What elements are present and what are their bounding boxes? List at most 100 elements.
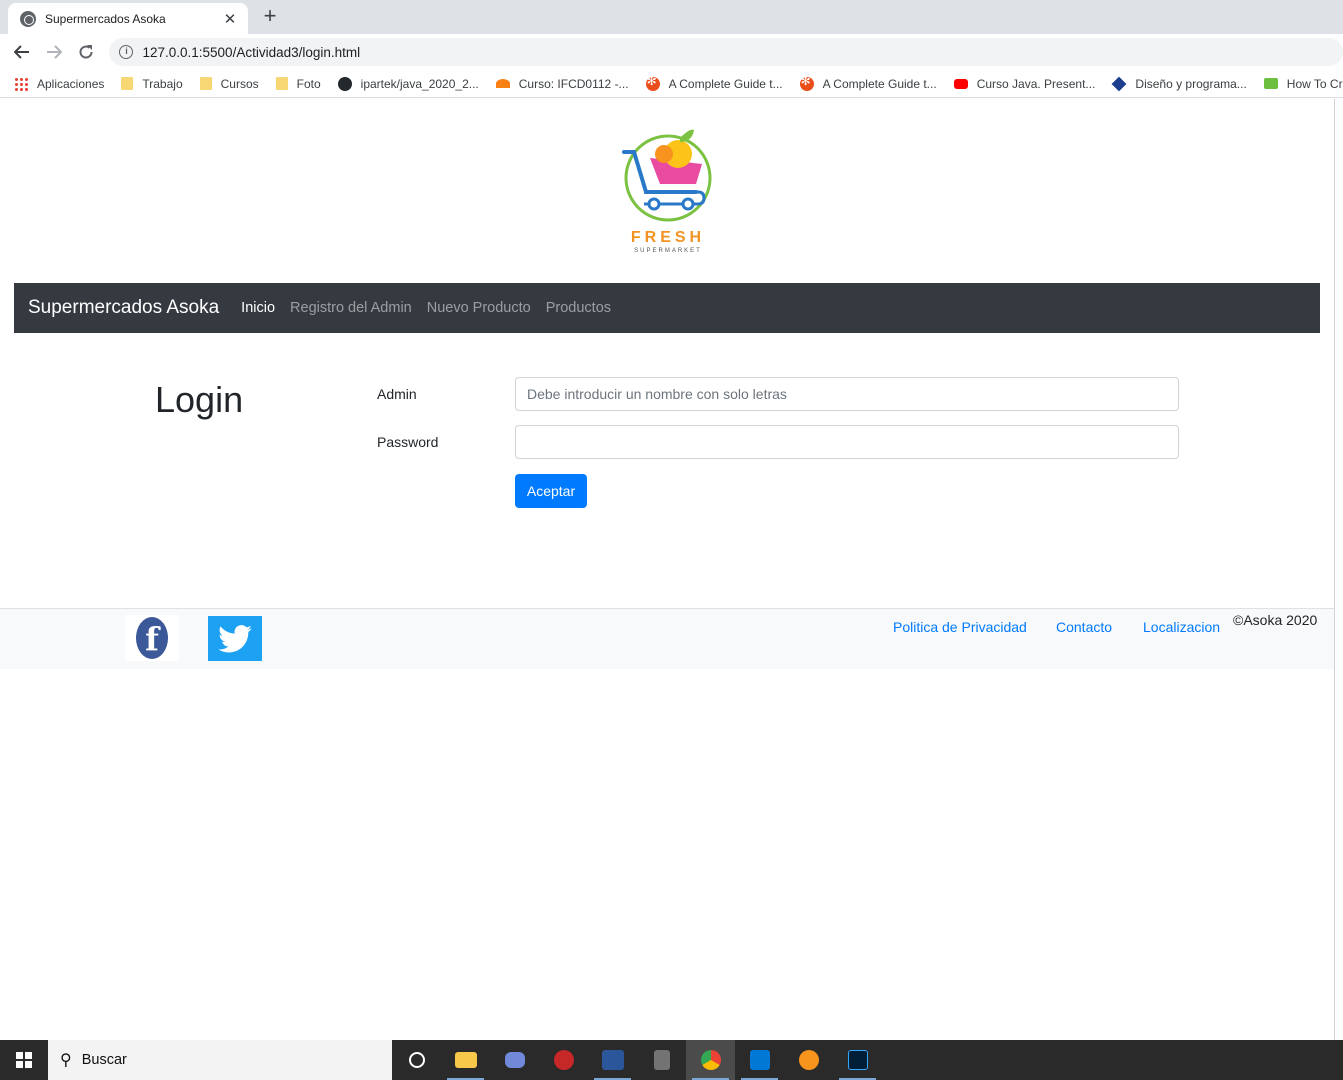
twitter-link[interactable] [208,616,262,661]
cortana-button[interactable] [392,1040,441,1080]
password-label: Password [377,434,439,450]
folder-icon [275,77,288,90]
admin-label: Admin [377,386,417,402]
cortana-icon [408,1052,425,1068]
copyright-text: ©Asoka 2020 [1233,612,1318,628]
bookmark-item[interactable]: Diseño y programa... [1111,76,1247,91]
footer-link-contacto[interactable]: Contacto [1056,619,1112,635]
page-content: FRESH SUPERMARKET Supermercados Asoka In… [0,99,1334,1040]
bookmark-item[interactable]: How To Cr [1263,76,1343,91]
arrow-right-icon [46,45,62,59]
bookmark-item[interactable]: Aplicaciones [14,76,105,91]
bookmark-label: Cursos [220,76,259,91]
twitter-icon [218,624,252,652]
bookmark-item[interactable]: Curso: IFCD0112 -... [495,76,629,91]
address-bar[interactable]: i 127.0.0.1:5500/Actividad3/login.html [109,38,1343,66]
new-tab-button[interactable]: + [259,5,281,27]
youtube-icon [953,78,968,89]
bookmark-label: Curso: IFCD0112 -... [518,76,629,91]
back-button[interactable] [6,36,38,68]
discord-icon [504,1052,525,1068]
taskbar-file-explorer[interactable] [441,1040,490,1080]
tab-close-icon[interactable]: ✕ [222,10,238,28]
bookmark-label: How To Cr [1286,76,1343,91]
info-icon[interactable]: i [119,45,134,59]
bookmark-label: Trabajo [142,76,183,91]
nav-link-inicio[interactable]: Inicio [241,300,275,316]
diamond-icon [1111,76,1127,91]
bookmark-label: A Complete Guide t... [668,76,783,91]
bookmark-item[interactable]: ipartek/java_2020_2... [337,76,479,91]
globe-icon [20,10,36,27]
bookmark-item[interactable]: Foto [275,77,321,91]
bookmark-label: Diseño y programa... [1135,76,1247,91]
bookmark-label: Aplicaciones [37,76,105,91]
reload-icon [79,45,93,59]
logo-subtitle: SUPERMARKET [634,248,702,254]
bookmark-item[interactable]: Curso Java. Present... [953,76,1096,91]
bookmark-label: ipartek/java_2020_2... [360,76,479,91]
folder-icon [199,77,212,90]
start-button[interactable] [0,1040,48,1080]
taskbar-chrome[interactable] [686,1040,735,1080]
taskbar-photoshop[interactable] [833,1040,882,1080]
facebook-link[interactable]: f [125,615,179,661]
password-input[interactable] [515,425,1179,459]
nav-link-registro-admin[interactable]: Registro del Admin [290,300,412,316]
windows-taskbar: ⚲ Buscar [0,1040,1343,1080]
browser-tab[interactable]: Supermercados Asoka ✕ [8,3,248,34]
main-navbar: Supermercados Asoka Inicio Registro del … [14,283,1320,333]
taskbar-search[interactable]: ⚲ Buscar [48,1040,392,1080]
moodle-icon [495,79,510,88]
bookmark-item[interactable]: Trabajo [121,76,183,91]
shopping-cart-logo-icon [622,129,712,222]
word-icon [601,1050,624,1070]
nav-link-nuevo-producto[interactable]: Nuevo Producto [427,300,531,316]
logo-title: FRESH [630,229,706,246]
tab-strip: Supermercados Asoka ✕ + [0,0,1343,34]
folder-icon [121,77,134,90]
taskbar-calculator[interactable] [637,1040,686,1080]
devtools-panel-edge[interactable] [1334,99,1343,1040]
tab-title: Supermercados Asoka [45,11,166,26]
file-explorer-icon [454,1052,477,1068]
chrome-icon [700,1050,721,1070]
bookmark-item[interactable]: A Complete Guide t... [645,74,783,91]
calculator-icon [653,1050,670,1070]
fresh-supermarket-logo: FRESH SUPERMARKET [620,124,716,256]
github-icon [337,76,352,91]
forward-button[interactable] [38,36,70,68]
search-icon: ⚲ [60,1052,72,1069]
taskbar-game-app[interactable] [539,1040,588,1080]
green-icon [1263,78,1278,89]
facebook-icon: f [136,617,168,659]
nav-link-productos[interactable]: Productos [546,300,611,316]
footer-link-localizacion[interactable]: Localizacion [1143,619,1220,635]
taskbar-word[interactable] [588,1040,637,1080]
navbar-brand[interactable]: Supermercados Asoka [28,297,219,319]
taskbar-search-text: Buscar [81,1052,127,1068]
vscode-icon [749,1050,770,1070]
bookmark-item[interactable]: A Complete Guide t... [799,74,937,91]
login-heading: Login [155,379,244,420]
taskbar-vscode[interactable] [735,1040,784,1080]
browser-toolbar: i 127.0.0.1:5500/Actividad3/login.html [0,34,1343,70]
arrow-left-icon [13,45,29,59]
footer-link-privacidad[interactable]: Politica de Privacidad [893,619,1027,635]
admin-input[interactable] [515,377,1179,411]
star-icon [799,74,814,91]
accept-button[interactable]: Aceptar [515,474,587,508]
taskbar-orange-app[interactable] [784,1040,833,1080]
bookmark-label: A Complete Guide t... [822,76,937,91]
url-text: 127.0.0.1:5500/Actividad3/login.html [142,44,361,60]
bookmark-label: Curso Java. Present... [976,76,1096,91]
taskbar-discord[interactable] [490,1040,539,1080]
apps-icon [14,76,28,91]
bookmarks-bar: Aplicaciones Trabajo Cursos Foto ipartek/jav… [0,70,1343,98]
bookmark-item[interactable]: Cursos [199,76,259,91]
star-icon [645,74,660,91]
reload-button[interactable] [70,36,102,68]
windows-logo-icon [16,1052,32,1068]
orange-app-icon [798,1050,819,1070]
page-footer: f Politica de Privacidad Contacto Locali… [0,608,1334,669]
